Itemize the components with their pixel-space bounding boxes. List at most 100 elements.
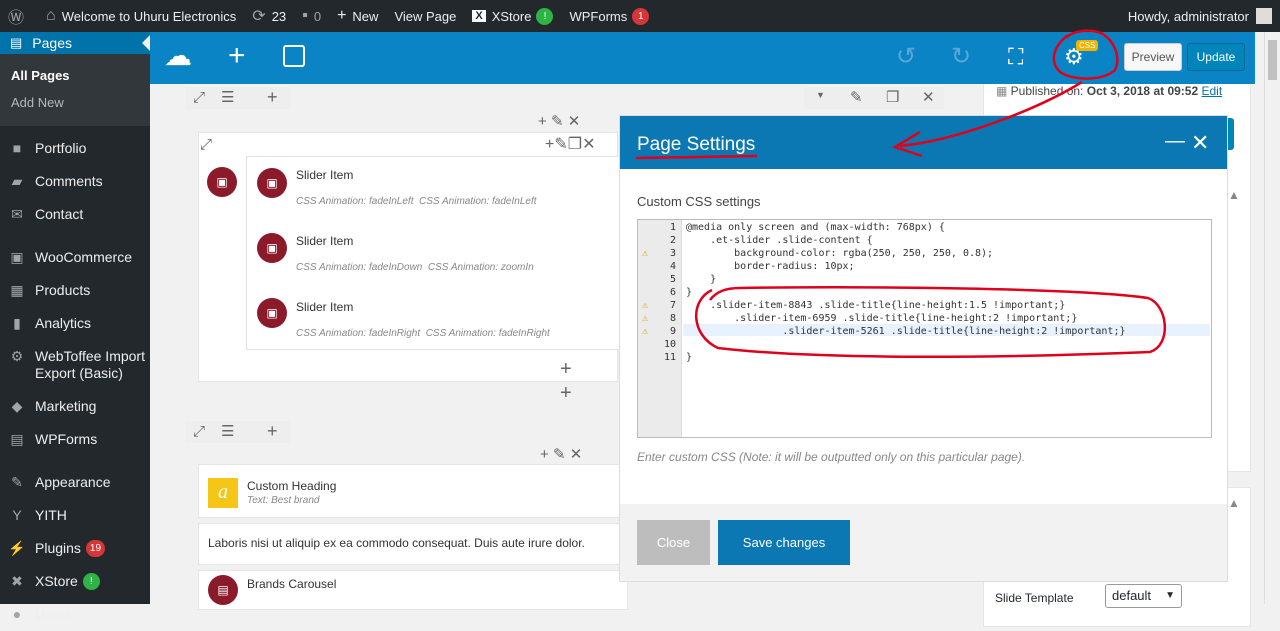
column-controls: + ✎ ✕ <box>540 445 582 463</box>
add-row-icon[interactable]: + <box>267 87 278 108</box>
row-controls: ⤢ ☰ + <box>185 87 291 109</box>
submenu-all-pages[interactable]: All Pages <box>0 62 150 89</box>
css-code-editor[interactable]: 1 2 3 ⚠ 4 5 6 7 ⚠ 8 ⚠ 9 ⚠ 10 11 @media only screen and… <box>637 219 1212 438</box>
expand-icon[interactable]: ⤢ <box>193 89 205 106</box>
sidebar-item-yith[interactable]: Y YITH <box>0 499 150 532</box>
avatar <box>1256 8 1272 24</box>
delete-icon[interactable]: ✕ <box>570 446 583 463</box>
fullscreen-icon[interactable]: ⛶ <box>1008 45 1023 69</box>
edit-icon[interactable]: ✎ <box>553 446 566 463</box>
slider-item-icon: ▣ <box>257 168 287 198</box>
sidebar-item-portfolio[interactable]: ■ Portfolio <box>0 132 150 165</box>
slider-item-name[interactable]: Slider Item <box>296 234 353 248</box>
add-element-icon[interactable]: + <box>228 41 246 71</box>
code-line: @media only screen and (max-width: 768px… <box>686 222 945 233</box>
edit-icon[interactable]: ✎ <box>850 88 863 106</box>
modal-title: Page Settings <box>637 134 756 155</box>
sidebar-item-contact[interactable]: ✉ Contact <box>0 198 150 231</box>
comments-link[interactable]: ▪ 0 <box>294 0 329 32</box>
expand-icon[interactable]: ⤢ <box>193 423 205 440</box>
add-element-icon[interactable]: + <box>538 113 547 130</box>
line-number: 10 <box>663 339 676 350</box>
wpforms-icon: ▤ <box>10 431 24 447</box>
panel-toggle-icon[interactable]: ▲ <box>1228 188 1240 202</box>
drag-handle-icon[interactable]: ☰ <box>221 88 234 106</box>
my-account-link[interactable]: Howdy, administrator <box>1120 0 1280 32</box>
minimize-icon[interactable]: — <box>1165 130 1185 153</box>
redo-icon[interactable]: ↻ <box>951 45 971 69</box>
panel-toggle-icon[interactable]: ▲ <box>1228 496 1240 510</box>
preview-button[interactable]: Preview <box>1124 43 1182 71</box>
custom-heading-sub: Text: Best brand <box>247 495 320 506</box>
clone-icon[interactable]: ❐ <box>568 136 582 153</box>
products-icon: ▦ <box>10 282 24 298</box>
delete-icon[interactable]: ✕ <box>922 88 935 106</box>
edit-icon[interactable]: ✎ <box>551 113 564 130</box>
brands-carousel-name: Brands Carousel <box>247 577 337 591</box>
chevron-down-icon[interactable]: ▼ <box>816 90 825 100</box>
code-line: } <box>686 274 717 285</box>
drag-handle-icon[interactable]: ☰ <box>221 422 234 440</box>
warning-icon: ⚠ <box>642 300 649 311</box>
add-element-icon[interactable]: + <box>560 358 572 381</box>
slider-item-icon: ▣ <box>257 233 287 263</box>
update-button[interactable]: Update <box>1187 43 1245 71</box>
yith-icon: Y <box>12 507 22 523</box>
delete-icon[interactable]: ✕ <box>568 113 581 130</box>
updates-link[interactable]: ⟳ 23 <box>244 0 294 32</box>
warning-icon: ⚠ <box>642 313 649 324</box>
templates-icon[interactable] <box>283 45 305 67</box>
submenu-add-new[interactable]: Add New <box>0 89 150 116</box>
add-element-icon[interactable]: + <box>560 382 572 405</box>
sidebar-item-analytics[interactable]: ▮ Analytics <box>0 307 150 340</box>
save-changes-button[interactable]: Save changes <box>718 520 850 565</box>
sidebar-item-products[interactable]: ▦ Products <box>0 274 150 307</box>
expand-icon[interactable]: ⤢ <box>200 136 212 153</box>
heading-icon: a <box>208 478 238 508</box>
plugins-icon: ⚡ <box>8 540 26 556</box>
sidebar-item-webtoffee[interactable]: ⚙ WebToffee Import Export (Basic) <box>0 340 150 390</box>
close-button[interactable]: Close <box>637 520 710 565</box>
code-line: background-color: rgba(250, 250, 250, 0.… <box>686 248 994 259</box>
admin-sidebar: ▤ Pages All Pages Add New ■ Portfolio ▰ Co… <box>0 32 150 622</box>
edit-icon[interactable]: ✎ <box>554 136 567 153</box>
xstore-sidebar-badge: ! <box>82 573 100 590</box>
sidebar-item-wpforms[interactable]: ▤ WPForms <box>0 423 150 456</box>
sidebar-item-appearance[interactable]: ✎ Appearance <box>0 466 150 499</box>
comments-icon: ▰ <box>11 173 23 189</box>
sidebar-item-marketing[interactable]: ◆ Marketing <box>0 390 150 423</box>
add-element-icon[interactable]: + <box>540 446 549 463</box>
add-row-icon[interactable]: + <box>267 421 278 442</box>
column-controls: + ✎ ✕ <box>538 112 580 130</box>
edit-date-link[interactable]: Edit <box>1201 84 1222 98</box>
sidebar-item-users[interactable]: ● Users <box>0 598 150 631</box>
add-element-icon[interactable]: + <box>545 136 554 153</box>
xstore-badge: ! <box>536 7 554 25</box>
slider-item-name[interactable]: Slider Item <box>296 168 353 182</box>
sidebar-item-xstore[interactable]: ✖ XStore! <box>0 565 150 598</box>
slide-template-select[interactable]: default ▼ <box>1105 584 1182 608</box>
new-content-link[interactable]: + New <box>329 0 386 32</box>
view-page-link[interactable]: View Page <box>386 0 464 32</box>
sidebar-item-pages[interactable]: ▤ Pages <box>0 32 150 54</box>
scrollbar[interactable] <box>1264 32 1280 604</box>
xstore-link[interactable]: X XStore! <box>464 0 561 32</box>
custom-css-label: Custom CSS settings <box>637 194 761 209</box>
delete-icon[interactable]: ✕ <box>582 136 595 153</box>
clone-icon[interactable]: ❐ <box>886 88 899 106</box>
wpforms-link[interactable]: WPForms 1 <box>561 0 657 32</box>
site-name-link[interactable]: ⌂ Welcome to Uhuru Electronics <box>38 0 244 32</box>
sidebar-item-plugins[interactable]: ⚡ Plugins 19 <box>0 532 150 565</box>
slider-item-name[interactable]: Slider Item <box>296 300 353 314</box>
close-icon[interactable]: ✕ <box>1191 130 1209 156</box>
cloud-icon[interactable]: ☁ <box>164 42 192 70</box>
wordpress-logo[interactable]: Ⓦ <box>0 0 38 32</box>
slider-icon: ▣ <box>207 167 237 197</box>
pages-submenu: All Pages Add New <box>0 54 150 126</box>
scrollbar-thumb[interactable] <box>1268 40 1277 80</box>
slide-template-label: Slide Template <box>995 591 1074 605</box>
slider-item-icon: ▣ <box>257 298 287 328</box>
sidebar-item-woocommerce[interactable]: ▣ WooCommerce <box>0 241 150 274</box>
undo-icon[interactable]: ↺ <box>896 45 916 69</box>
sidebar-item-comments[interactable]: ▰ Comments <box>0 165 150 198</box>
